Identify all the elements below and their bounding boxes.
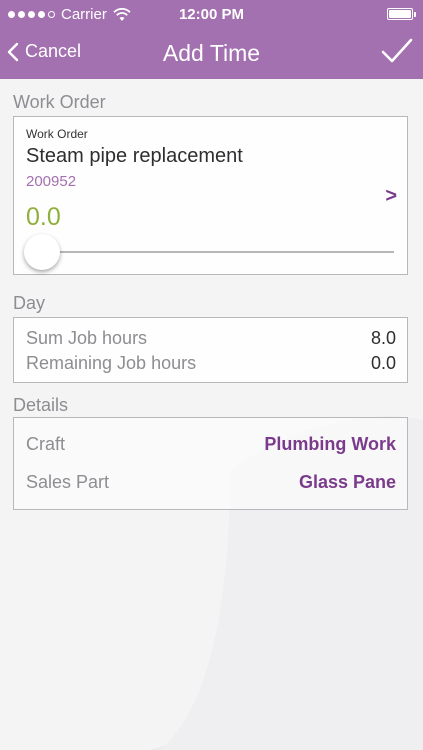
- day-row-sum: Sum Job hours 8.0: [26, 328, 396, 349]
- hours-slider-track[interactable]: [42, 251, 394, 253]
- craft-value: Plumbing Work: [264, 434, 396, 454]
- work-order-field-label: Work Order: [26, 127, 88, 141]
- sales-part-label: Sales Part: [26, 472, 110, 492]
- battery-icon: [387, 8, 416, 20]
- sum-job-hours-label: Sum Job hours: [26, 328, 148, 348]
- work-order-card[interactable]: Work Order Steam pipe replacement 200952…: [13, 116, 408, 275]
- details-card: Craft Plumbing Work Sales Part Glass Pan…: [13, 417, 408, 510]
- details-section-label: Details: [13, 395, 69, 415]
- craft-label: Craft: [26, 434, 66, 454]
- day-section-label: Day: [13, 293, 46, 313]
- remaining-job-hours-value: 0.0: [370, 353, 396, 373]
- hours-slider-thumb[interactable]: [24, 234, 60, 270]
- status-time: 12:00 PM: [178, 6, 245, 23]
- status-bar: Carrier 12:00 PM: [0, 0, 423, 28]
- page-title: Add Time: [162, 40, 261, 66]
- details-row-sales-part[interactable]: Sales Part Glass Pane: [26, 472, 396, 493]
- navigation-bar: Cancel Add Time: [0, 28, 423, 79]
- details-row-craft[interactable]: Craft Plumbing Work: [26, 434, 396, 455]
- work-order-title: Steam pipe replacement: [26, 145, 243, 167]
- work-order-number: 200952: [26, 173, 77, 190]
- header: Carrier 12:00 PM Cancel Add Time: [0, 0, 423, 79]
- work-order-arrow-button[interactable]: >: [385, 185, 397, 208]
- checkmark-icon[interactable]: [381, 37, 413, 65]
- sales-part-value: Glass Pane: [298, 472, 396, 492]
- sum-job-hours-value: 8.0: [370, 328, 396, 348]
- hours-value: 0.0: [26, 203, 61, 231]
- work-order-section-label: Work Order: [13, 92, 106, 112]
- day-card: Sum Job hours 8.0 Remaining Job hours 0.…: [13, 317, 408, 383]
- day-row-remaining: Remaining Job hours 0.0: [26, 353, 396, 374]
- remaining-job-hours-label: Remaining Job hours: [26, 353, 197, 373]
